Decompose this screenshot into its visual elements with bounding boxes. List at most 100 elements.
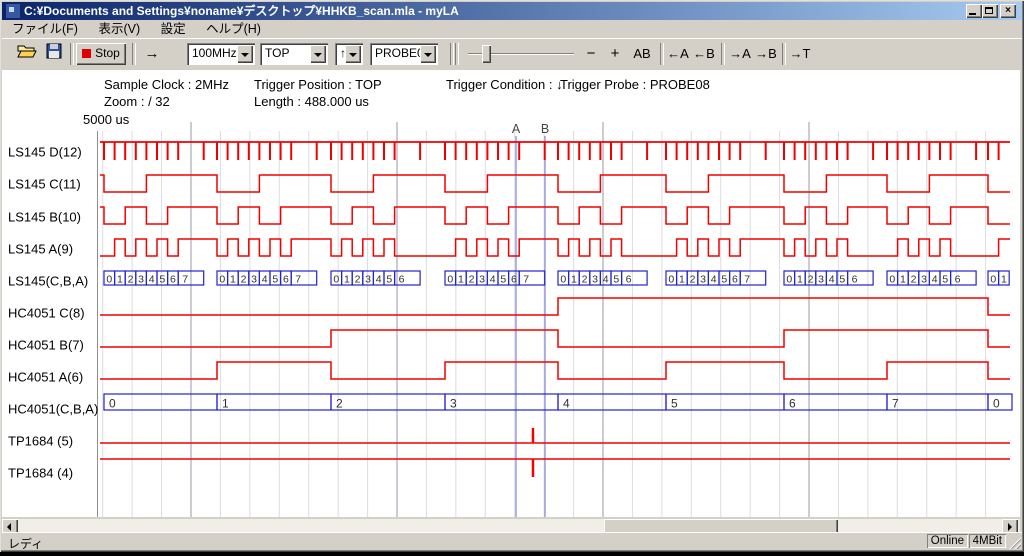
toolbar-separator [455, 43, 459, 65]
ls-bus-value: 7 [744, 274, 750, 286]
dropdown-button[interactable] [237, 45, 253, 63]
goto-a-left-button[interactable]: ←A [666, 43, 690, 65]
ls-bus-value: 2 [808, 274, 814, 286]
arrow-left-icon [7, 523, 11, 531]
ls-bus-value: 1 [458, 274, 464, 286]
waveform-hc4051-b-7- [100, 330, 1010, 347]
goto-b-right-button[interactable]: →B [754, 43, 778, 65]
ls-bus-value: 4 [603, 274, 609, 286]
ls-bus-value: 5 [272, 274, 278, 286]
ls-bus-value: 5 [386, 274, 392, 286]
ls-bus-value: 0 [990, 274, 996, 286]
hc-bus-cell [217, 394, 331, 410]
goto-trigger-button[interactable]: →T [788, 43, 812, 65]
ls-bus-value: 5 [500, 274, 506, 286]
ls-bus-value: 2 [469, 274, 475, 286]
hc-bus-value: 3 [450, 397, 457, 411]
ls-bus-value: 5 [942, 274, 948, 286]
toolbar-separator [660, 43, 664, 65]
zoom-out-button[interactable]: − [582, 43, 600, 65]
ls-bus-value: 6 [170, 274, 176, 286]
cursor-a-label: A [512, 122, 521, 136]
hc-bus-value: 0 [109, 397, 116, 411]
run-button[interactable]: → [138, 43, 166, 65]
goto-a-right-button[interactable]: →A [728, 43, 752, 65]
waveform-ls145-c-11- [100, 175, 1010, 192]
ls-bus-value: 1 [344, 274, 350, 286]
sample-clock-value: 100MHz [192, 46, 237, 60]
ls-bus-value: 0 [889, 274, 895, 286]
dropdown-button[interactable] [345, 45, 361, 63]
arrow-right-icon [1008, 523, 1012, 531]
channel-label: TP1684 (5) [8, 434, 73, 449]
window-title: C:¥Documents and Settings¥noname¥デスクトップ¥… [24, 2, 459, 20]
ls-bus-value: 1 [230, 274, 236, 286]
waveform-hc4051-c-8- [100, 298, 1010, 315]
waveform-ls145-a-9- [100, 239, 1010, 256]
ls-bus-value: 0 [106, 274, 112, 286]
hc-bus-cell [887, 394, 988, 410]
hc-bus-value: 0 [993, 397, 1000, 411]
menu-file[interactable]: ファイル(F) [5, 20, 85, 38]
ls-bus-value: 2 [241, 274, 247, 286]
ls-bus-value: 0 [786, 274, 792, 286]
trigger-position-value: TOP [265, 46, 289, 60]
minimize-button[interactable] [966, 4, 982, 18]
probe-combo[interactable]: PROBE00 [370, 43, 438, 65]
maximize-button[interactable] [982, 4, 998, 18]
trigger-edge-combo[interactable]: ↑ [335, 43, 363, 65]
dropdown-button[interactable] [420, 45, 436, 63]
status-online-badge: Online [927, 534, 968, 548]
ls-bus-value: 5 [159, 274, 165, 286]
save-button[interactable] [42, 43, 66, 65]
open-file-button[interactable] [14, 43, 40, 65]
ab-button[interactable]: AB [630, 43, 654, 65]
screen: C:¥Documents and Settings¥noname¥デスクトップ¥… [0, 0, 1024, 556]
ls-bus-value: 2 [911, 274, 917, 286]
ls-bus-value: 5 [839, 274, 845, 286]
menu-settings[interactable]: 設定 [154, 20, 193, 38]
ls-bus-value: 4 [932, 274, 938, 286]
waveform-panel: Sample Clock : 2MHz Trigger Position : T… [2, 70, 1020, 517]
zoom-slider[interactable] [468, 43, 574, 65]
minimize-icon [969, 13, 976, 15]
app-window: C:¥Documents and Settings¥noname¥デスクトップ¥… [0, 0, 1024, 552]
ls-bus-value: 4 [149, 274, 155, 286]
sample-clock-combo[interactable]: 100MHz [187, 43, 255, 65]
cursor-b-label: B [541, 122, 549, 136]
ls-bus-value: 6 [852, 274, 858, 286]
stop-label: Stop [95, 46, 120, 60]
ls-bus-value: 3 [251, 274, 257, 286]
menu-bar: ファイル(F) 表示(V) 設定 ヘルプ(H) [2, 20, 1022, 38]
menu-view[interactable]: 表示(V) [91, 20, 147, 38]
slider-handle[interactable] [482, 45, 491, 63]
zoom-in-button[interactable]: + [606, 43, 624, 65]
channel-label: LS145 B(10) [8, 210, 81, 225]
ls-bus-value: 1 [117, 274, 123, 286]
trigger-position-combo[interactable]: TOP [260, 43, 328, 65]
waveform-ls145-b-10- [100, 207, 1010, 224]
toolbar-separator [721, 43, 725, 65]
hc-bus-cell [445, 394, 558, 410]
floppy-disk-icon [46, 43, 62, 59]
toolbar-separator [132, 43, 136, 65]
ls-bus-value: 2 [128, 274, 134, 286]
ls-bus-value: 5 [721, 274, 727, 286]
hc-bus-cell [331, 394, 445, 410]
close-button[interactable]: × [1000, 4, 1016, 18]
resize-grip-icon[interactable] [1008, 536, 1021, 549]
channel-label: HC4051 B(7) [8, 338, 84, 353]
hc-bus-cell [784, 394, 887, 410]
ls-bus-value: 2 [582, 274, 588, 286]
ls-bus-value: 6 [283, 274, 289, 286]
ls-bus-value: 7 [182, 274, 188, 286]
goto-b-left-button[interactable]: ←B [692, 43, 716, 65]
channel-label: LS145(C,B,A) [8, 274, 88, 289]
ls-bus-value: 5 [613, 274, 619, 286]
menu-help[interactable]: ヘルプ(H) [199, 20, 268, 38]
stop-button[interactable]: Stop [76, 43, 126, 65]
ls-bus-value: 6 [955, 274, 961, 286]
dropdown-button[interactable] [310, 45, 326, 63]
hc-bus-cell [104, 394, 217, 410]
ls-bus-value: 3 [818, 274, 824, 286]
